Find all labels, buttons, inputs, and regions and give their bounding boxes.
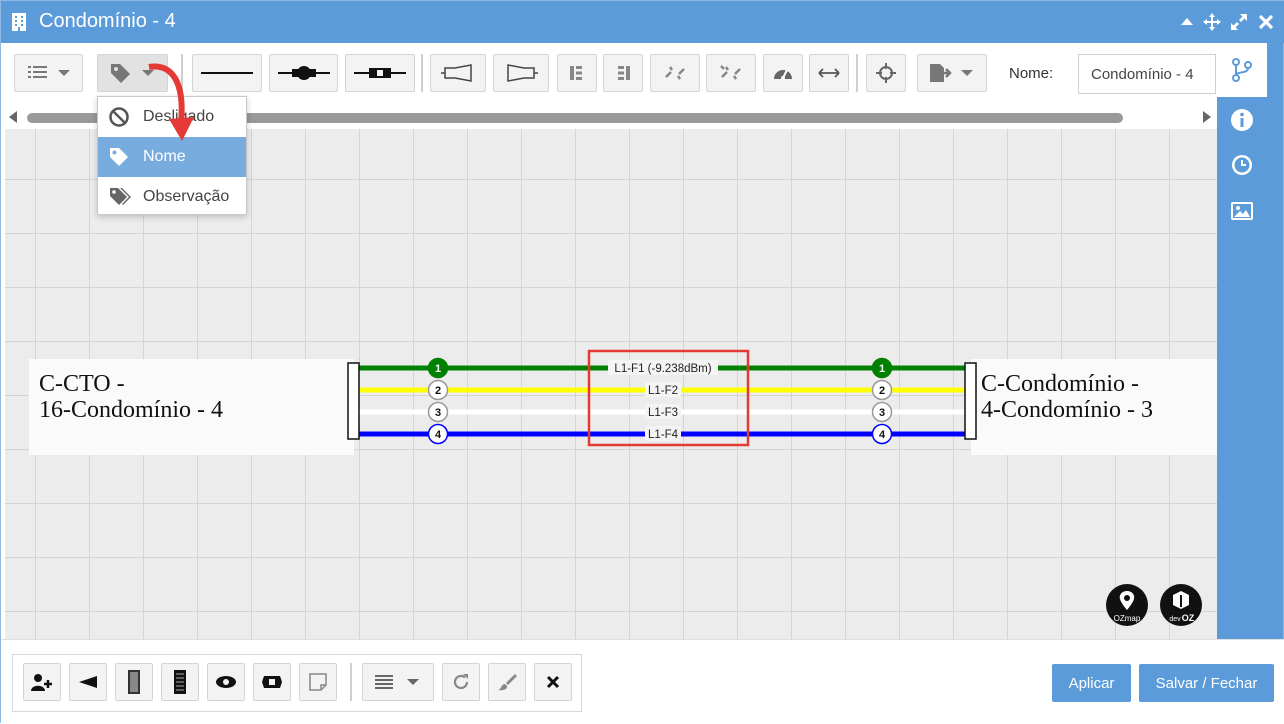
footer: Aplicar Salvar / Fechar — [1, 639, 1284, 724]
stretch-button[interactable] — [809, 54, 849, 92]
fiber-number: 2 — [435, 385, 441, 397]
devoz-logo-text-oz: OZ — [1182, 613, 1195, 623]
tag-icon — [110, 148, 128, 166]
connector-icon — [354, 68, 406, 78]
fiber-number: 1 — [435, 363, 441, 375]
clock-icon[interactable] — [1229, 152, 1255, 178]
note-button[interactable] — [299, 663, 337, 701]
devoz-logo-text-dev: dev — [1169, 616, 1181, 623]
user-plus-icon — [31, 674, 52, 691]
tab-connections[interactable] — [1217, 43, 1267, 97]
unlink-icon — [665, 66, 685, 80]
scroll-right-arrow[interactable] — [1203, 111, 1211, 123]
name-label: Nome: — [1009, 65, 1054, 82]
dio-button[interactable] — [115, 663, 153, 701]
redo-icon — [453, 674, 469, 690]
minimize-icon[interactable] — [1177, 12, 1197, 32]
tags-icon — [110, 188, 131, 205]
times-icon — [546, 675, 560, 689]
fiber-number: 1 — [879, 363, 885, 375]
ban-icon — [109, 107, 129, 127]
scroll-left-arrow[interactable] — [9, 111, 17, 123]
left-terminal — [347, 362, 360, 440]
line-tool-button[interactable] — [192, 54, 262, 92]
splitter-button[interactable] — [69, 663, 107, 701]
splitter-out-button[interactable] — [493, 54, 549, 92]
apply-button[interactable]: Aplicar — [1052, 664, 1131, 702]
panel-icon — [128, 670, 140, 694]
fiber-number: 4 — [435, 429, 442, 441]
building-icon — [12, 13, 26, 31]
center-view-button[interactable] — [866, 54, 906, 92]
close-icon[interactable] — [1256, 12, 1276, 32]
splitter-icon — [79, 676, 97, 688]
splice-box-icon — [216, 676, 236, 688]
fiber-number: 3 — [435, 407, 441, 419]
name-input[interactable] — [1078, 54, 1216, 94]
move-icon[interactable] — [1202, 12, 1222, 32]
gauge-icon — [774, 69, 792, 80]
red-arrow-annotation — [148, 63, 194, 141]
power-meter-button[interactable] — [763, 54, 803, 92]
fiber-number: 3 — [879, 407, 885, 419]
splice-button[interactable] — [207, 663, 245, 701]
dialog-window: Condomínio - 4 Nome: Condomínio - 4 C-CT… — [0, 0, 1284, 724]
connector-box-button[interactable] — [253, 663, 291, 701]
tree-left-icon — [570, 66, 582, 80]
align-menu-button[interactable] — [362, 663, 434, 701]
connector-tool-button[interactable] — [345, 54, 415, 92]
info-icon[interactable] — [1229, 107, 1255, 133]
footer-tool-group — [12, 654, 582, 712]
align-right-button[interactable] — [603, 54, 643, 92]
fiber-label: L1-F4 — [648, 429, 679, 441]
delete-button[interactable] — [534, 663, 572, 701]
export-icon — [930, 64, 973, 82]
splitter-in-icon — [441, 64, 472, 82]
export-menu-button[interactable] — [917, 54, 987, 92]
ozmap-logo-text: OZmap — [1114, 614, 1141, 623]
image-icon[interactable] — [1229, 198, 1255, 224]
expand-icon[interactable] — [1229, 12, 1249, 32]
brush-icon — [498, 674, 517, 691]
window-title: Condomínio - 4 — [39, 10, 176, 32]
crosshairs-icon — [876, 63, 896, 83]
arrows-horizontal-icon — [818, 68, 840, 78]
ozmap-logo: OZmap — [1106, 584, 1148, 626]
align-icon — [375, 675, 419, 689]
sticky-note-icon — [309, 673, 327, 691]
fiber-number: 2 — [879, 385, 885, 397]
fiber-label: L1-F3 — [648, 407, 678, 419]
splice-icon — [277, 66, 330, 80]
dropdown-item-notes[interactable]: Observação — [98, 177, 246, 217]
right-sidebar — [1217, 43, 1283, 639]
code-branch-icon — [1232, 58, 1252, 82]
connector-box-icon — [262, 676, 282, 688]
refresh-button[interactable] — [442, 663, 480, 701]
right-terminal — [964, 362, 977, 440]
fiber-label: L1-F2 — [648, 385, 678, 397]
devoz-logo: dev OZ — [1160, 584, 1202, 626]
title-bar[interactable]: Condomínio - 4 — [1, 1, 1284, 43]
fiber-number: 4 — [879, 429, 886, 441]
unlink-button[interactable] — [650, 54, 700, 92]
tree-right-icon — [618, 66, 630, 80]
unlink-all-icon — [720, 65, 741, 80]
splice-tool-button[interactable] — [269, 54, 338, 92]
dropdown-item-label: Observação — [143, 188, 230, 205]
unlink-all-button[interactable] — [706, 54, 756, 92]
align-left-button[interactable] — [557, 54, 597, 92]
splitter-out-icon — [507, 64, 538, 82]
add-user-button[interactable] — [23, 663, 61, 701]
list-icon — [27, 66, 70, 78]
fiber-label: L1-F1 (-9.238dBm) — [614, 363, 711, 375]
panel-dark-icon — [174, 670, 186, 694]
paint-button[interactable] — [488, 663, 526, 701]
list-menu-button[interactable] — [14, 54, 83, 92]
save-close-button[interactable]: Salvar / Fechar — [1139, 664, 1274, 702]
cto-button[interactable] — [161, 663, 199, 701]
line-icon — [201, 72, 253, 74]
splitter-in-button[interactable] — [430, 54, 486, 92]
